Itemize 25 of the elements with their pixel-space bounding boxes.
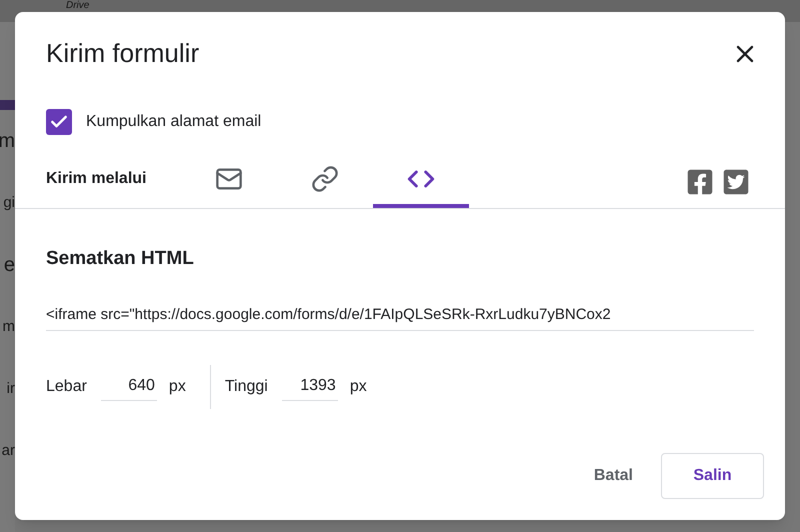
size-input[interactable]: 640 [100,374,157,400]
checkbox-label: Kumpulkan alamat email [86,112,262,132]
background-text: m [2,316,15,337]
background-text: gi [3,192,15,213]
embed-code-field[interactable]: <iframe src="https://docs.google.com/forms/d/e/1FAIpQLSeSRk-RxrLudku7yBNCox2 [46,304,754,331]
dialog-title: Kirim formulir [46,37,200,70]
link-icon [311,165,339,193]
cancel-button[interactable]: Batal [590,453,637,499]
size-input[interactable]: 1393 [282,374,338,400]
size-label: Lebar [46,377,87,397]
copy-button[interactable]: Salin [661,453,764,499]
send-via-label: Kirim melalui [46,169,148,189]
header-bar [0,100,15,110]
checkbox[interactable] [46,109,72,135]
facebook-icon[interactable] [686,168,714,196]
section-heading: Sematkan HTML [46,247,195,271]
unit-label: px [168,377,186,397]
background-text: m [0,129,15,154]
background-text: ar [2,440,15,461]
background-text: e [4,253,15,278]
size-label: Tinggi [224,377,268,397]
background-text: ir [6,378,15,399]
drive-label: Drive [66,0,90,11]
twitter-icon[interactable] [722,168,750,196]
unit-label: px [350,377,367,397]
